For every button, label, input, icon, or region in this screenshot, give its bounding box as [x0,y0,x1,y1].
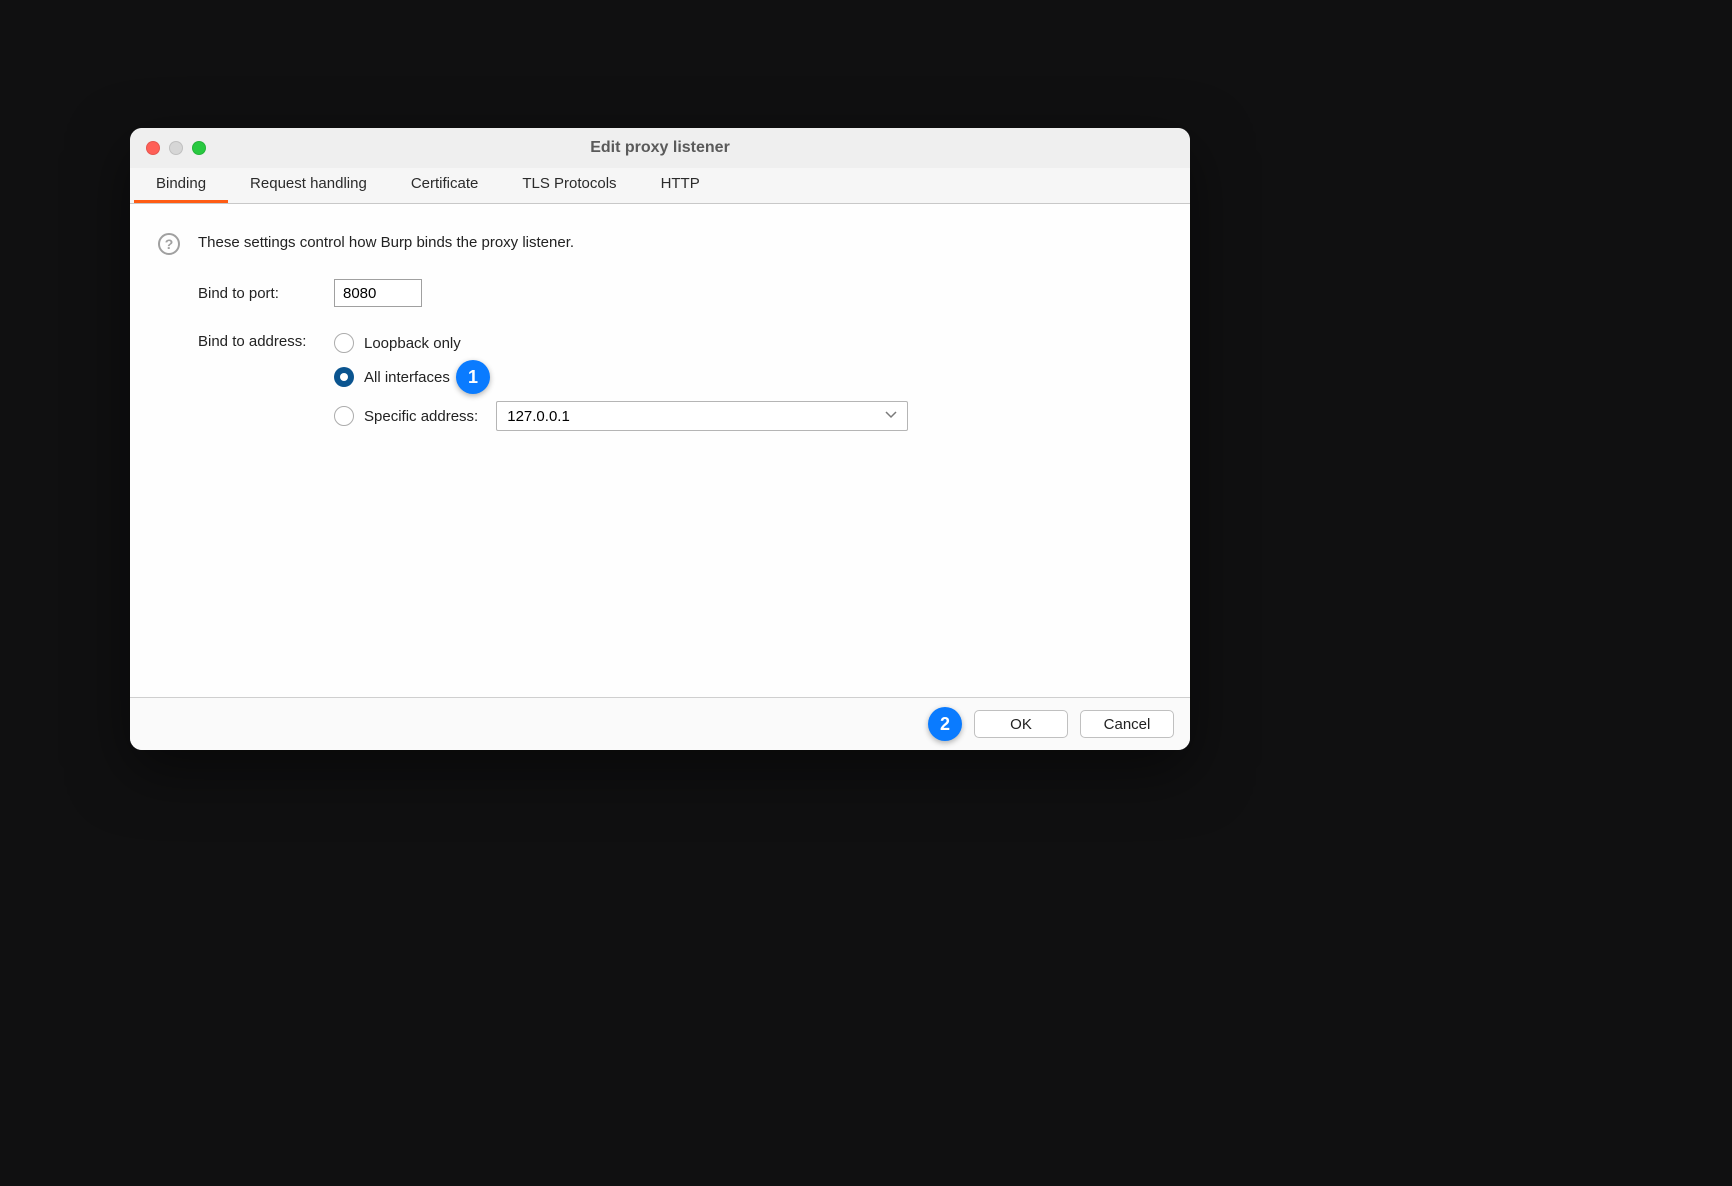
tab-http[interactable]: HTTP [639,168,722,203]
tab-tls-protocols[interactable]: TLS Protocols [500,168,638,203]
dialog-window: Edit proxy listener Binding Request hand… [130,128,1190,750]
window-close-icon[interactable] [146,141,160,155]
radio-loopback-label: Loopback only [364,335,461,352]
cancel-button[interactable]: Cancel [1080,710,1174,738]
bind-port-input[interactable] [334,279,422,307]
help-icon[interactable]: ? [158,233,180,255]
ok-button[interactable]: OK [974,710,1068,738]
radio-loopback-only[interactable] [334,333,354,353]
annotation-callout-1: 1 [456,360,490,394]
tab-certificate[interactable]: Certificate [389,168,501,203]
specific-address-value: 127.0.0.1 [507,408,570,425]
titlebar: Edit proxy listener [130,128,1190,168]
traffic-lights [130,141,206,155]
content-panel: ? These settings control how Burp binds … [130,204,1190,697]
window-zoom-icon[interactable] [192,141,206,155]
radio-specific-address[interactable] [334,406,354,426]
window-minimize-icon [169,141,183,155]
tab-bar: Binding Request handling Certificate TLS… [130,168,1190,204]
window-title: Edit proxy listener [130,139,1190,157]
bind-address-label: Bind to address: [198,333,334,350]
specific-address-select[interactable]: 127.0.0.1 [496,401,908,431]
radio-all-label: All interfaces [364,369,450,386]
dialog-footer: 2 OK Cancel [130,697,1190,750]
radio-all-interfaces[interactable] [334,367,354,387]
tab-binding[interactable]: Binding [134,168,228,203]
bind-address-radio-group: Loopback only All interfaces 1 Specific … [334,333,908,431]
chevron-down-icon [885,411,897,422]
description-text: These settings control how Burp binds th… [198,234,574,251]
annotation-callout-2: 2 [928,707,962,741]
tab-request-handling[interactable]: Request handling [228,168,389,203]
radio-specific-label: Specific address: [364,408,478,425]
bind-port-label: Bind to port: [198,285,334,302]
